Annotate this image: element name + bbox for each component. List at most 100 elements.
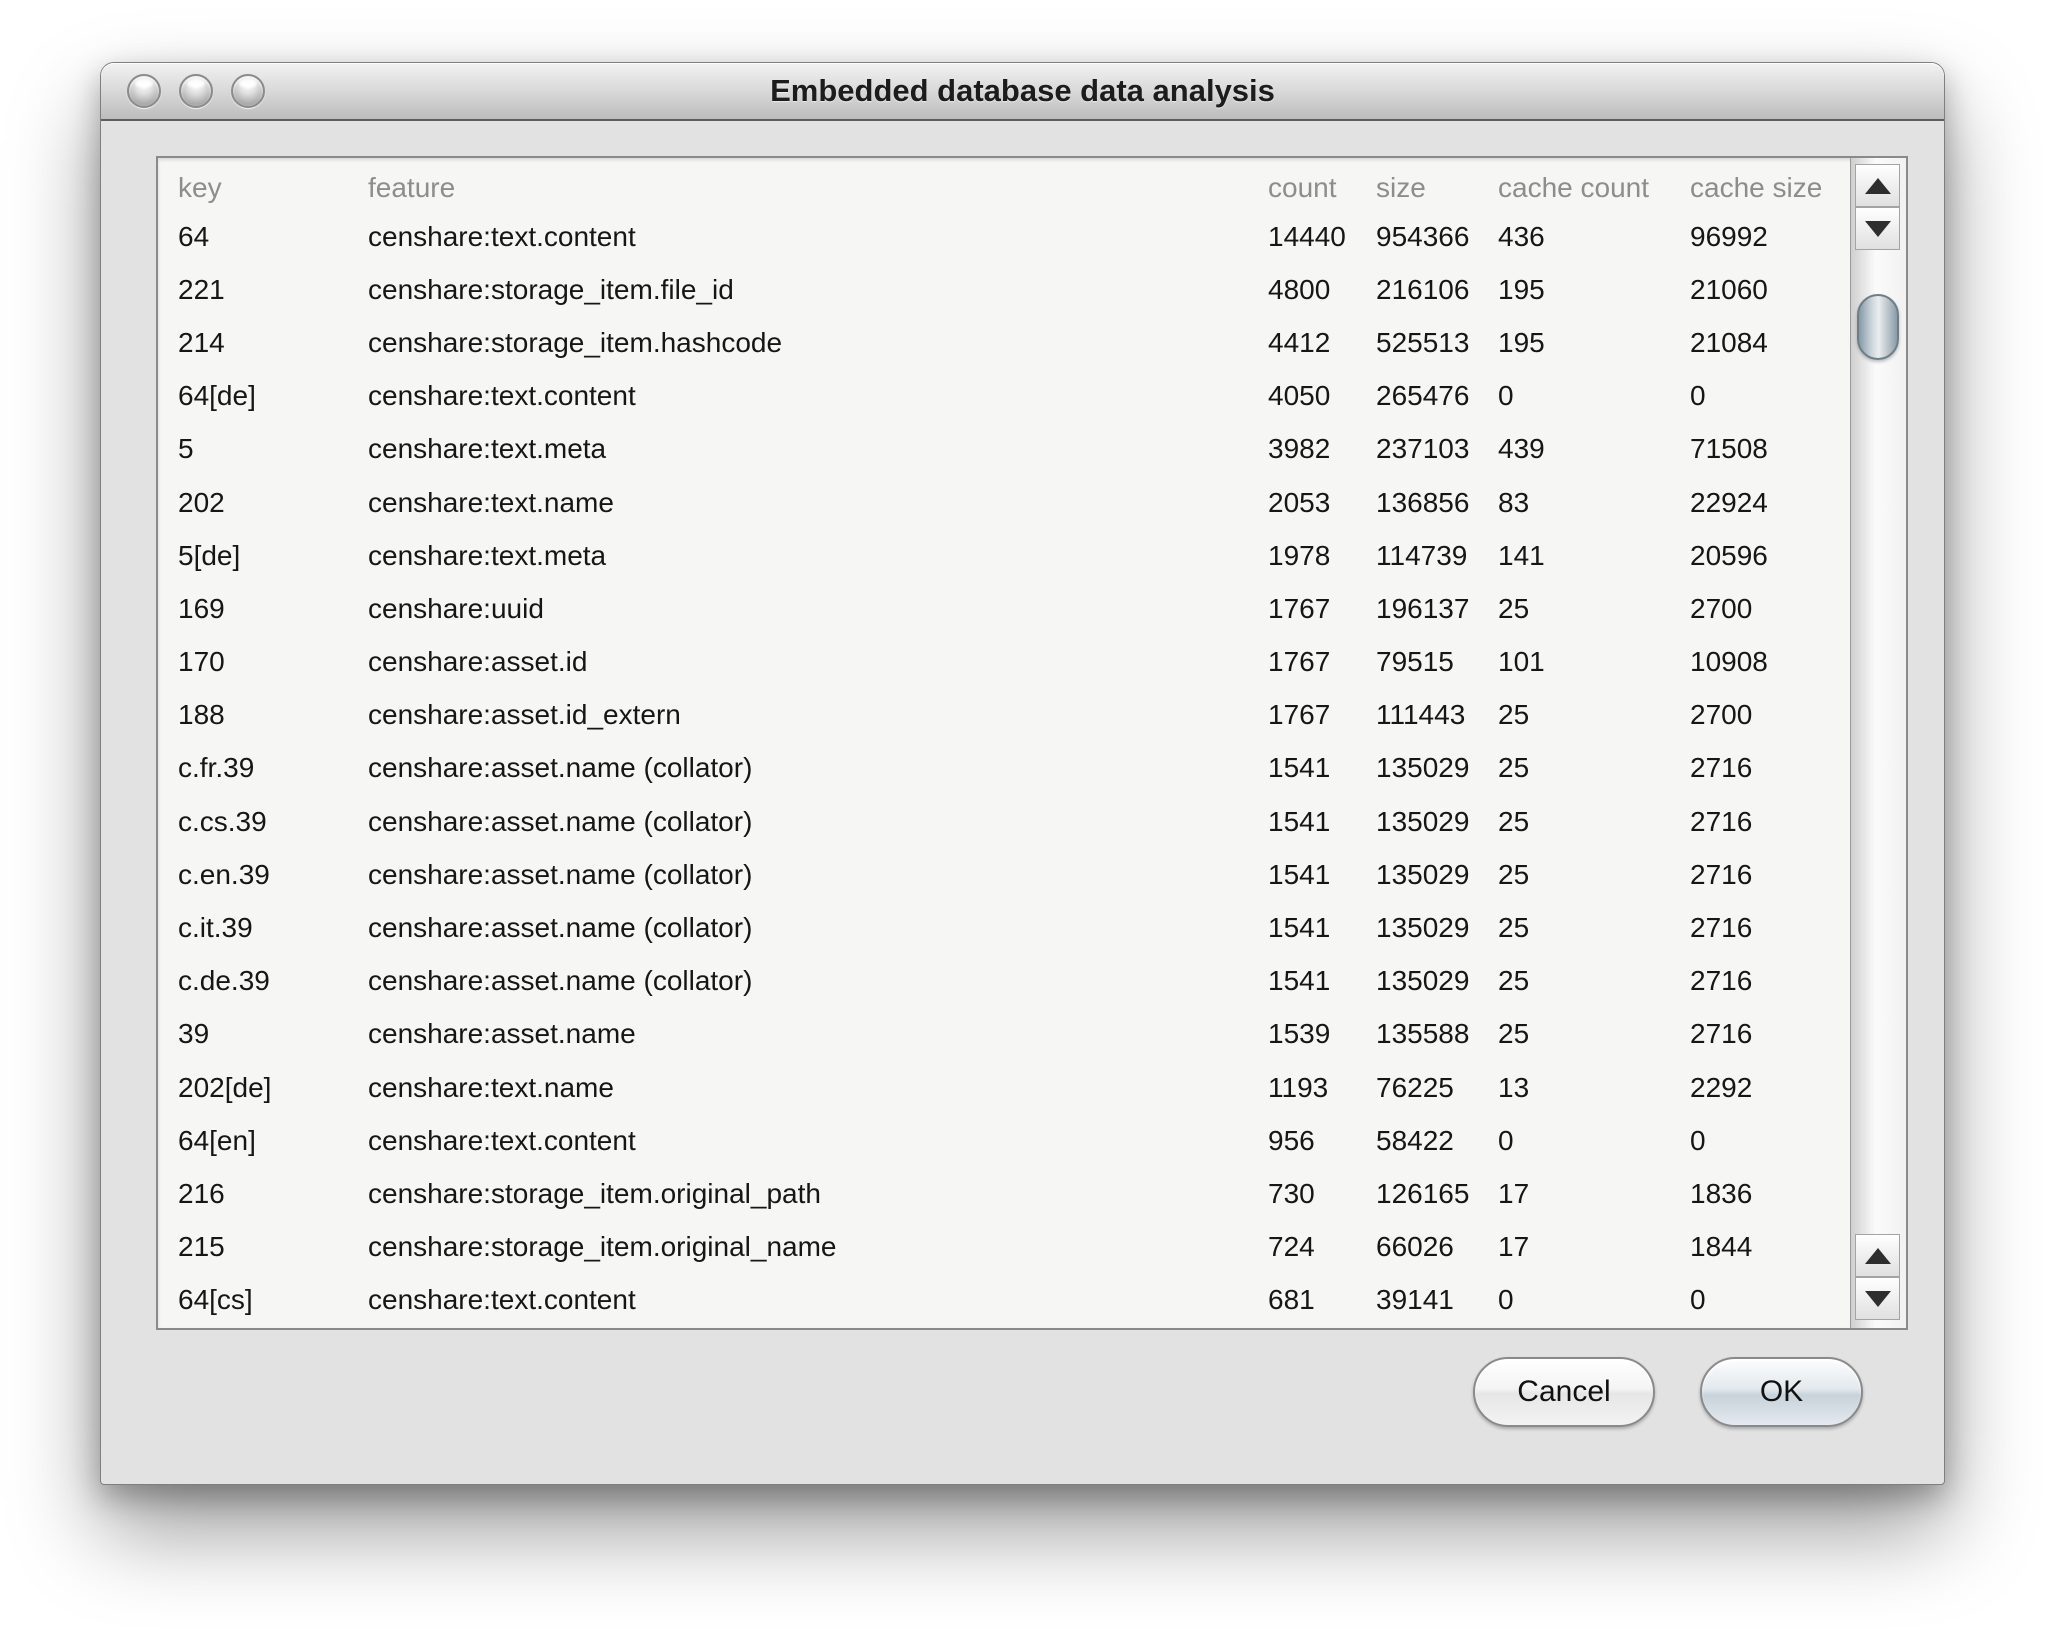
table-cell: 436 [1498, 221, 1545, 253]
table-row[interactable]: 39censhare:asset.name1539135588252716 [158, 1008, 1852, 1061]
table-cell: 1539 [1268, 1018, 1330, 1050]
column-header-feature: feature [368, 172, 455, 204]
table-row[interactable]: 64[de]censhare:text.content405026547600 [158, 370, 1852, 423]
table-cell: c.it.39 [178, 912, 253, 944]
table-cell: 14440 [1268, 221, 1346, 253]
table-cell: censhare:storage_item.hashcode [368, 327, 782, 359]
scroll-up-icon-bottom[interactable] [1855, 1234, 1900, 1277]
table-cell: c.fr.39 [178, 752, 254, 784]
table-cell: 1767 [1268, 593, 1330, 625]
table-row[interactable]: 64[en]censhare:text.content9565842200 [158, 1114, 1852, 1167]
table-cell: 0 [1690, 1284, 1706, 1316]
title-bar[interactable]: Embedded database data analysis [101, 63, 1944, 121]
table-row[interactable]: 64[cs] censhare:text.content 681 39141 0 0 [158, 1274, 1852, 1327]
table-cell: censhare:text.name [368, 487, 614, 519]
table-cell: 5 [178, 433, 194, 465]
table-cell: 195 [1498, 274, 1545, 306]
table-cell: 202[de] [178, 1072, 271, 1104]
cancel-button[interactable]: Cancel [1473, 1357, 1655, 1427]
table-cell: 5[de] [178, 540, 240, 572]
table-cell: 135029 [1376, 859, 1469, 891]
scroll-down-icon-bottom[interactable] [1855, 1277, 1900, 1320]
table-cell: 196137 [1376, 593, 1469, 625]
table-row[interactable]: 221censhare:storage_item.file_id48002161… [158, 263, 1852, 316]
table-cell: 681 [1268, 1284, 1315, 1316]
table-cell: 1767 [1268, 646, 1330, 678]
table-cell: 956 [1268, 1125, 1315, 1157]
table-cell: censhare:asset.id_extern [368, 699, 681, 731]
table-cell: 216 [178, 1178, 225, 1210]
table-cell: 724 [1268, 1231, 1315, 1263]
table-row[interactable]: 202[de]censhare:text.name119376225132292 [158, 1061, 1852, 1114]
table-cell: 1541 [1268, 859, 1330, 891]
table-cell: 2716 [1690, 965, 1752, 997]
table-row[interactable]: c.it.39censhare:asset.name (collator)154… [158, 901, 1852, 954]
table-row[interactable]: c.fr.39censhare:asset.name (collator)154… [158, 742, 1852, 795]
table-row[interactable]: 188censhare:asset.id_extern1767111443252… [158, 689, 1852, 742]
scrollbar-thumb[interactable] [1857, 294, 1899, 360]
table-cell: censhare:text.content [368, 380, 636, 412]
table-cell: 265476 [1376, 380, 1469, 412]
scroll-down-icon[interactable] [1855, 207, 1900, 250]
table-cell: 2716 [1690, 859, 1752, 891]
table-cell: censhare:storage_item.original_name [368, 1231, 837, 1263]
table-cell: 39141 [1376, 1284, 1454, 1316]
table-row[interactable]: 202censhare:text.name20531368568322924 [158, 476, 1852, 529]
table-cell: censhare:storage_item.original_path [368, 1178, 821, 1210]
table-cell: 214 [178, 327, 225, 359]
vertical-scrollbar[interactable] [1850, 158, 1906, 1328]
table-cell: 0 [1498, 1284, 1514, 1316]
table-cell: 25 [1498, 593, 1529, 625]
table-cell: 730 [1268, 1178, 1315, 1210]
column-header-size: size [1376, 172, 1426, 204]
table-cell: 83 [1498, 487, 1529, 519]
table-cell: 202 [178, 487, 225, 519]
table-row[interactable]: 170censhare:asset.id17677951510110908 [158, 636, 1852, 689]
table-cell: 96992 [1690, 221, 1768, 253]
table-row[interactable]: 216 censhare:storage_item.original_path 73… [158, 1167, 1852, 1220]
table-cell: 169 [178, 593, 225, 625]
table-cell: censhare:asset.name (collator) [368, 912, 752, 944]
table-cell: 3982 [1268, 433, 1330, 465]
window-title: Embedded database data analysis [101, 63, 1944, 119]
table-cell: 1978 [1268, 540, 1330, 572]
table-cell: c.cs.39 [178, 806, 267, 838]
table-cell: 195 [1498, 327, 1545, 359]
table-cell: 64[cs] [178, 1284, 253, 1316]
table-cell: 1767 [1268, 699, 1330, 731]
table-cell: 1541 [1268, 965, 1330, 997]
table-row[interactable]: 214 censhare:storage_item.hashcode 4412 525… [158, 316, 1852, 369]
table-cell: 21084 [1690, 327, 1768, 359]
table-row[interactable]: 169censhare:uuid1767196137252700 [158, 582, 1852, 635]
table-cell: 221 [178, 274, 225, 306]
table-cell: 141 [1498, 540, 1545, 572]
table-row[interactable]: 64censhare:text.content14440954366436969… [158, 210, 1852, 263]
table-cell: c.en.39 [178, 859, 270, 891]
table-cell: 66026 [1376, 1231, 1454, 1263]
table-cell: 135029 [1376, 912, 1469, 944]
table-cell: 0 [1498, 1125, 1514, 1157]
table-cell: censhare:asset.id [368, 646, 587, 678]
ok-button-label: OK [1760, 1375, 1803, 1409]
table-cell: 2292 [1690, 1072, 1752, 1104]
ok-button[interactable]: OK [1700, 1357, 1863, 1427]
table-row[interactable]: c.cs.39censhare:asset.name (collator)154… [158, 795, 1852, 848]
table-cell: 4412 [1268, 327, 1330, 359]
table-cell: 2716 [1690, 752, 1752, 784]
table-cell: censhare:text.content [368, 1284, 636, 1316]
table-row[interactable]: 215censhare:storage_item.original_name72… [158, 1221, 1852, 1274]
table-cell: 114739 [1376, 540, 1467, 572]
table-cell: 525513 [1376, 327, 1469, 359]
table-row[interactable]: c.de.39censhare:asset.name (collator)154… [158, 955, 1852, 1008]
table-row[interactable]: 5censhare:text.meta398223710343971508 [158, 423, 1852, 476]
scroll-up-icon[interactable] [1855, 164, 1900, 207]
table-cell: censhare:text.meta [368, 540, 606, 572]
table-cell: 237103 [1376, 433, 1469, 465]
table-row[interactable]: 5[de]censhare:text.meta19781147391412059… [158, 529, 1852, 582]
table-cell: 4800 [1268, 274, 1330, 306]
table-cell: 135029 [1376, 806, 1469, 838]
table-row[interactable]: c.en.39censhare:asset.name (collator)154… [158, 848, 1852, 901]
table-cell: 25 [1498, 806, 1529, 838]
table-cell: 135029 [1376, 965, 1469, 997]
table-cell: 25 [1498, 752, 1529, 784]
